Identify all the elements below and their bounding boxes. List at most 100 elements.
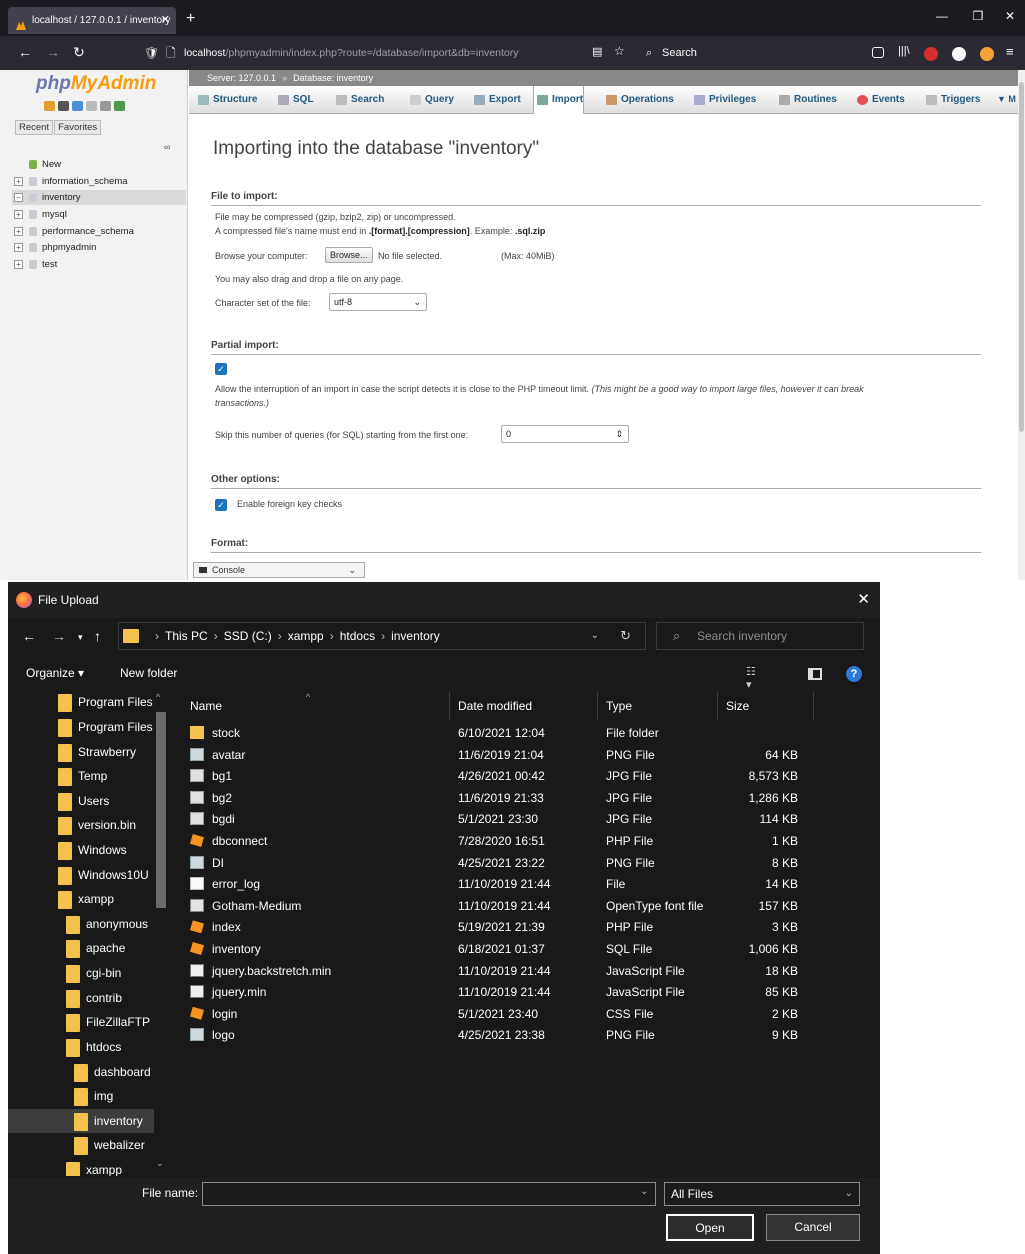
tab-structure[interactable]: Structure	[195, 86, 257, 113]
file-row[interactable]: logo 4/25/2021 23:38 PNG File 9 KB	[176, 1024, 880, 1046]
tab-routines[interactable]: Routines	[776, 86, 837, 113]
file-row[interactable]: login 5/1/2021 23:40 CSS File 2 KB	[176, 1003, 880, 1025]
foreign-key-checkbox[interactable]: ✓	[215, 499, 227, 511]
path-segment[interactable]: inventory	[391, 629, 440, 643]
tree-folder[interactable]: Temp	[58, 764, 168, 788]
recent-locations-icon[interactable]: ▾	[78, 632, 83, 643]
up-icon[interactable]: ↑	[94, 628, 101, 644]
tab-close-icon[interactable]: ✕	[161, 7, 170, 34]
extension-icon[interactable]	[952, 47, 966, 61]
tree-item-db[interactable]: + information_schema	[12, 174, 186, 189]
chevron-down-icon[interactable]: ⌄	[591, 623, 599, 649]
file-row[interactable]: bg2 11/6/2019 21:33 JPG File 1,286 KB	[176, 787, 880, 809]
file-name-input[interactable]	[202, 1182, 656, 1206]
reload-nav-icon[interactable]	[114, 101, 125, 111]
partial-import-checkbox[interactable]: ✓	[215, 363, 227, 375]
file-row[interactable]: jquery.min 11/10/2019 21:44 JavaScript Fil…	[176, 981, 880, 1003]
pocket-icon[interactable]	[872, 47, 884, 58]
expand-icon[interactable]: +	[14, 177, 23, 186]
tree-folder[interactable]: cgi-bin	[66, 961, 168, 985]
tab-import[interactable]: Import	[533, 86, 585, 114]
file-row[interactable]: error_log 11/10/2019 21:44 File 14 KB	[176, 873, 880, 895]
path-segment[interactable]: xampp	[288, 629, 324, 643]
settings-icon[interactable]	[100, 101, 111, 111]
file-row[interactable]: stock 6/10/2021 12:04 File folder	[176, 722, 880, 744]
file-row[interactable]: index 5/19/2021 21:39 PHP File 3 KB	[176, 916, 880, 938]
account-icon[interactable]	[980, 47, 994, 61]
breadcrumb-server[interactable]: Server: 127.0.0.1	[207, 73, 276, 83]
pma-logo[interactable]: phpMyAdmin	[36, 73, 156, 95]
file-row[interactable]: jquery.backstretch.min 11/10/2019 21:44 Ja…	[176, 960, 880, 982]
tree-item-db[interactable]: − inventory	[12, 190, 186, 205]
file-type-select[interactable]: All Files ⌄	[664, 1182, 860, 1206]
view-options-icon[interactable]: ☷ ▾	[746, 665, 764, 691]
column-header-name[interactable]: Name ^	[182, 692, 450, 720]
file-row[interactable]: dbconnect 7/28/2020 16:51 PHP File 1 KB	[176, 830, 880, 852]
charset-select[interactable]: utf-8 ⌄	[329, 293, 427, 311]
tab-events[interactable]: Events	[854, 86, 905, 113]
new-folder-button[interactable]: New folder	[120, 666, 177, 680]
cancel-button[interactable]: Cancel	[766, 1214, 860, 1241]
menu-icon[interactable]: ≡	[1006, 44, 1014, 59]
tree-folder[interactable]: FileZillaFTP	[66, 1010, 168, 1034]
tree-folder[interactable]: contrib	[66, 986, 168, 1010]
scroll-down-icon[interactable]: ⌄	[156, 1158, 164, 1169]
home-icon[interactable]	[44, 101, 55, 111]
chevron-down-icon[interactable]: ⌄	[640, 1186, 648, 1197]
maximize-icon[interactable]: ❐	[968, 9, 988, 23]
logout-icon[interactable]	[58, 101, 69, 111]
page-scrollbar[interactable]	[1018, 70, 1025, 580]
column-header-date[interactable]: Date modified	[450, 692, 598, 720]
tree-item-db[interactable]: + test	[12, 257, 186, 272]
url-bar[interactable]: 🛡 🗋 localhost/phpmyadmin/index.php?route…	[136, 41, 614, 65]
tree-folder[interactable]: Windows10U	[58, 863, 168, 887]
bookmark-star-icon[interactable]: ☆	[614, 44, 625, 58]
tree-folder[interactable]: xampp	[66, 1158, 168, 1176]
reader-view-icon[interactable]: ▤	[592, 45, 602, 58]
file-row[interactable]: bgdi 5/1/2021 23:30 JPG File 114 KB	[176, 808, 880, 830]
docs-icon[interactable]	[86, 101, 97, 111]
back-icon[interactable]: ←	[22, 628, 36, 644]
tree-folder[interactable]: Windows	[58, 838, 168, 862]
forward-icon[interactable]: →	[44, 44, 62, 60]
more-tabs-icon[interactable]: ▼ M	[997, 94, 1016, 104]
skip-queries-input[interactable]: 0 ⇕	[501, 425, 629, 443]
path-segment[interactable]: SSD (C:)	[224, 629, 272, 643]
help-icon[interactable]	[72, 101, 83, 111]
shield-icon[interactable]: 🛡	[144, 41, 159, 65]
tree-item-db[interactable]: + performance_schema	[12, 224, 186, 239]
tree-folder[interactable]: anonymous	[66, 912, 168, 936]
scroll-up-icon[interactable]: ^	[156, 692, 160, 702]
address-bar[interactable]: › This PC › SSD (C:) › xampp › htdocs › inventory…	[118, 622, 646, 650]
scrollbar-thumb[interactable]	[156, 712, 166, 908]
search-input[interactable]: ⌕ Search inventory	[656, 622, 864, 650]
close-window-icon[interactable]: ✕	[1000, 9, 1020, 23]
tree-folder[interactable]: apache	[66, 936, 168, 960]
file-row[interactable]: Gotham-Medium 11/10/2019 21:44 OpenType fo…	[176, 895, 880, 917]
adblock-icon[interactable]	[924, 47, 938, 61]
tab-operations[interactable]: Operations	[603, 86, 674, 113]
tree-scrollbar[interactable]: ^ ⌄	[154, 690, 168, 1176]
favorites-tab[interactable]: Favorites	[54, 120, 102, 135]
preview-pane-icon[interactable]	[808, 668, 822, 680]
browse-button[interactable]: Browse...	[325, 247, 373, 263]
help-icon[interactable]: ?	[846, 666, 862, 682]
tab-sql[interactable]: SQL	[275, 86, 314, 113]
file-row[interactable]: DI 4/25/2021 23:22 PNG File 8 KB	[176, 852, 880, 874]
breadcrumb-database[interactable]: Database: inventory	[293, 73, 373, 83]
path-segment[interactable]: htdocs	[340, 629, 375, 643]
back-icon[interactable]: ←	[16, 44, 34, 60]
tree-item-new[interactable]: New	[12, 157, 186, 172]
file-row[interactable]: bg1 4/26/2021 00:42 JPG File 8,573 KB	[176, 765, 880, 787]
tab-triggers[interactable]: Triggers	[923, 86, 980, 113]
minimize-icon[interactable]: —	[932, 9, 952, 23]
file-row[interactable]: avatar 11/6/2019 21:04 PNG File 64 KB	[176, 744, 880, 766]
column-header-size[interactable]: Size	[718, 692, 814, 720]
expand-icon[interactable]: +	[14, 210, 23, 219]
tree-folder[interactable]: Program Files	[58, 690, 168, 714]
library-icon[interactable]: |||\	[898, 45, 910, 57]
new-tab-icon[interactable]: +	[186, 10, 195, 28]
column-header-type[interactable]: Type	[598, 692, 718, 720]
file-row[interactable]: inventory 6/18/2021 01:37 SQL File 1,006 KB	[176, 938, 880, 960]
tree-folder[interactable]: Program Files	[58, 715, 168, 739]
